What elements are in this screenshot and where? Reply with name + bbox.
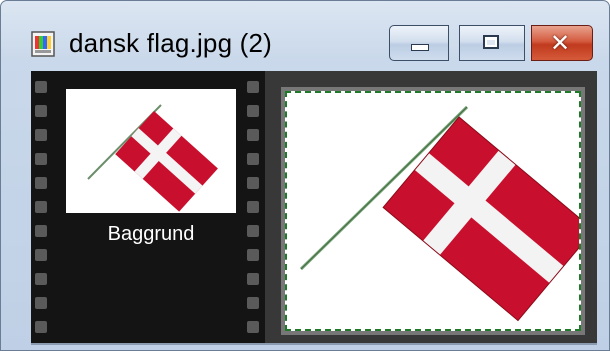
danish-flag-thumbnail <box>87 104 218 212</box>
film-perforation <box>247 129 259 141</box>
film-perforation <box>35 273 47 285</box>
film-perforation <box>35 153 47 165</box>
layer-thumbnail[interactable] <box>66 89 236 213</box>
film-perforation <box>35 297 47 309</box>
film-perforation <box>35 249 47 261</box>
film-perforation <box>247 153 259 165</box>
film-perforation <box>35 105 47 117</box>
danish-flag-image <box>299 105 595 322</box>
minimize-icon <box>411 44 429 51</box>
film-perforation <box>35 81 47 93</box>
film-perforation <box>247 177 259 189</box>
film-perforation <box>35 321 47 333</box>
film-perforation <box>247 273 259 285</box>
editor-area: Baggrund <box>31 71 597 343</box>
close-button[interactable]: ✕ <box>531 25 593 61</box>
close-icon: ✕ <box>550 29 571 57</box>
window-title: dansk flag.jpg (2) <box>69 28 273 58</box>
film-perforation <box>247 321 259 333</box>
maximize-button[interactable] <box>459 25 525 61</box>
filmstrip-panel: Baggrund <box>31 71 265 343</box>
film-perforation <box>247 81 259 93</box>
title-bar[interactable]: dansk flag.jpg (2) ✕ <box>1 1 609 71</box>
film-perforation <box>247 297 259 309</box>
layer-name-label: Baggrund <box>107 223 195 245</box>
image-file-icon <box>31 31 55 57</box>
film-perforation <box>247 201 259 213</box>
film-perforation <box>35 129 47 141</box>
film-perforation <box>35 177 47 189</box>
image-window: dansk flag.jpg (2) ✕ Baggrund <box>0 0 610 351</box>
film-perforation <box>35 201 47 213</box>
film-perforation <box>247 105 259 117</box>
window-bottom-edge <box>31 343 597 345</box>
film-perforation <box>247 225 259 237</box>
image-canvas[interactable] <box>285 91 595 331</box>
minimize-button[interactable] <box>389 25 449 61</box>
film-perforation <box>247 249 259 261</box>
maximize-icon <box>483 35 499 49</box>
film-perforation <box>35 225 47 237</box>
